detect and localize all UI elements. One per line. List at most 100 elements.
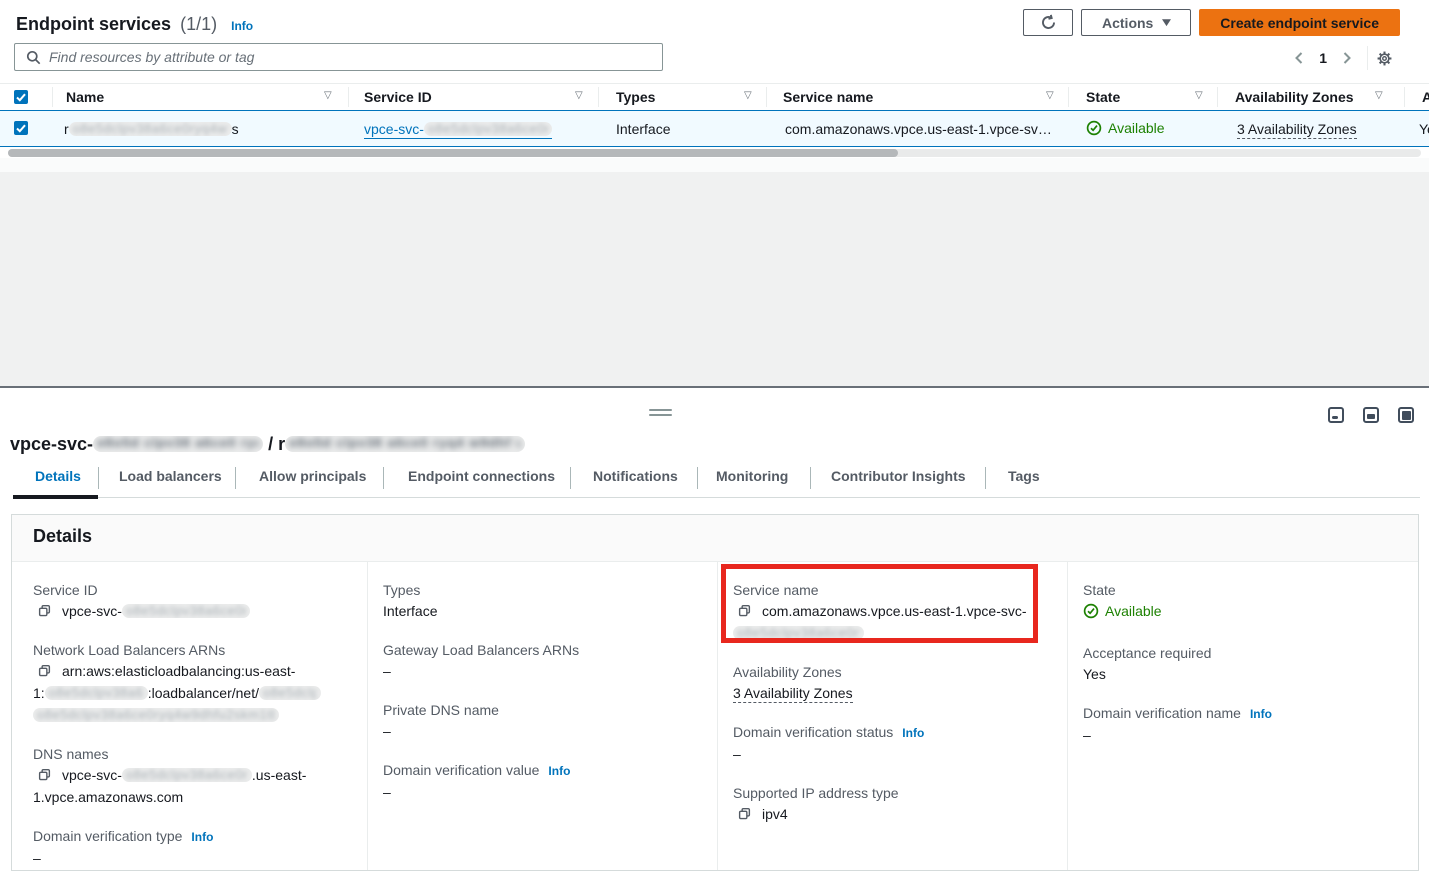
field-private-dns-name: Private DNS name – <box>383 700 703 742</box>
details-column-2: Types Interface Gateway Load Balancers A… <box>383 562 703 870</box>
actions-button-label: Actions <box>1102 15 1153 31</box>
copy-icon[interactable] <box>37 768 52 783</box>
field-supported-ip-address-type: Supported IP address type ipv4 <box>733 783 1053 825</box>
tab-contributor-insights[interactable]: Contributor Insights <box>831 468 966 484</box>
select-all-checkbox[interactable] <box>14 90 28 104</box>
field-gateway-load-balancers-arns: Gateway Load Balancers ARNs – <box>383 640 703 682</box>
table-row[interactable]: rs vpce-svc- Interface com.amazonaws.vpc… <box>0 110 1429 147</box>
tab-details[interactable]: Details <box>35 468 81 484</box>
field-service-id: Service ID vpce-svc- <box>33 580 353 622</box>
previous-page-button[interactable] <box>1289 49 1309 67</box>
redacted-title-name <box>285 436 525 452</box>
cell-state: Available <box>1086 120 1165 139</box>
redacted-account-id <box>45 686 148 700</box>
next-page-button[interactable] <box>1337 49 1357 67</box>
field-label: Network Load Balancers ARNs <box>33 640 353 660</box>
tab-load-balancers[interactable]: Load balancers <box>119 468 222 484</box>
sort-icon-types[interactable]: ▽ <box>744 90 752 101</box>
field-acceptance-required: Acceptance required Yes <box>1083 643 1403 685</box>
preferences-gear-button[interactable] <box>1377 51 1392 66</box>
field-value: – <box>383 781 703 803</box>
details-column-4: State Available Acceptance required <box>1083 562 1403 870</box>
field-domain-verification-type: Domain verification typeInfo – <box>33 826 353 869</box>
cell-types: Interface <box>616 121 670 137</box>
endpoint-services-page: Endpoint services (1/1) Info Actions ▼ C… <box>0 0 1429 886</box>
field-label: Domain verification typeInfo <box>33 826 353 847</box>
column-header-availability-zones[interactable]: Availability Zones <box>1235 89 1354 105</box>
column-header-acceptance[interactable]: A <box>1422 89 1429 105</box>
state-value-label: Available <box>1105 600 1162 622</box>
sort-icon-name[interactable]: ▽ <box>324 90 332 101</box>
sort-icon-service-id[interactable]: ▽ <box>575 90 583 101</box>
refresh-button[interactable] <box>1023 9 1073 36</box>
row-checkbox[interactable] <box>14 121 28 135</box>
sort-icon-state[interactable]: ▽ <box>1195 90 1203 101</box>
tab-notifications[interactable]: Notifications <box>593 468 678 484</box>
page-background-gap <box>0 172 1429 386</box>
field-value: Interface <box>383 600 703 622</box>
column-header-name[interactable]: Name <box>66 89 104 105</box>
column-divider[interactable] <box>1217 87 1218 107</box>
scrollbar-thumb[interactable] <box>8 149 898 157</box>
field-domain-verification-status: Domain verification statusInfo – <box>733 722 1053 765</box>
field-value: – <box>383 720 703 742</box>
panel-size-large-icon[interactable] <box>1398 407 1414 423</box>
sort-icon-service-name[interactable]: ▽ <box>1046 90 1054 101</box>
panel-size-small-icon[interactable] <box>1328 407 1344 423</box>
chevron-down-icon: ▼ <box>1162 18 1171 28</box>
tab-allow-principals[interactable]: Allow principals <box>259 468 366 484</box>
column-divider[interactable] <box>598 87 599 107</box>
field-network-load-balancers-arns: Network Load Balancers ARNs arn:aws:elas… <box>33 640 353 726</box>
details-column-divider <box>367 562 368 870</box>
tab-monitoring[interactable]: Monitoring <box>716 468 788 484</box>
check-icon <box>16 93 26 102</box>
refresh-icon <box>1040 14 1057 31</box>
copy-icon[interactable] <box>37 604 52 619</box>
copy-icon[interactable] <box>37 664 52 679</box>
column-divider[interactable] <box>766 87 767 107</box>
field-availability-zones: Availability Zones 3 Availability Zones <box>733 662 1053 704</box>
cell-state-label: Available <box>1108 120 1165 136</box>
status-available-icon <box>1086 120 1102 136</box>
chevron-left-icon <box>1293 51 1305 65</box>
column-header-state[interactable]: State <box>1086 89 1120 105</box>
redacted-lb-name <box>259 686 321 700</box>
column-divider[interactable] <box>348 87 349 107</box>
field-value: 3 Availability Zones <box>733 682 1053 704</box>
drag-handle-bar <box>649 409 672 411</box>
split-panel-drag-handle[interactable] <box>649 409 672 417</box>
tab-tags[interactable]: Tags <box>1008 468 1040 484</box>
availability-zones-trigger[interactable]: 3 Availability Zones <box>1237 121 1357 139</box>
column-divider[interactable] <box>1404 87 1405 107</box>
tab-divider <box>235 467 236 489</box>
sort-icon-availability-zones[interactable]: ▽ <box>1375 90 1383 101</box>
details-card-header: Details <box>12 515 1418 562</box>
search-input[interactable] <box>49 49 662 65</box>
info-link[interactable]: Info <box>1250 707 1272 721</box>
info-link[interactable]: Info <box>191 830 213 844</box>
column-header-service-id[interactable]: Service ID <box>364 89 432 105</box>
info-link[interactable]: Info <box>902 726 924 740</box>
field-value: – <box>1083 724 1403 746</box>
create-endpoint-service-button[interactable]: Create endpoint service <box>1199 9 1400 36</box>
drag-handle-bar <box>649 414 672 416</box>
table-card-footer <box>0 158 1429 172</box>
column-divider[interactable] <box>1068 87 1069 107</box>
field-value: – <box>733 743 1053 765</box>
tab-endpoint-connections[interactable]: Endpoint connections <box>408 468 555 484</box>
copy-icon[interactable] <box>737 604 752 619</box>
column-header-types[interactable]: Types <box>616 89 655 105</box>
panel-size-medium-icon[interactable] <box>1363 407 1379 423</box>
actions-button[interactable]: Actions ▼ <box>1081 9 1191 36</box>
table-header: Name ▽ Service ID ▽ Types ▽ Service name… <box>0 83 1429 110</box>
field-value: – <box>33 847 353 869</box>
copy-icon[interactable] <box>737 807 752 822</box>
info-link[interactable]: Info <box>548 764 570 778</box>
chevron-right-icon <box>1341 51 1353 65</box>
service-id-link[interactable]: vpce-svc- <box>364 121 552 137</box>
column-header-service-name[interactable]: Service name <box>783 89 873 105</box>
details-column-divider <box>717 562 718 870</box>
gear-icon <box>1377 51 1392 66</box>
availability-zones-trigger[interactable]: 3 Availability Zones <box>733 685 853 703</box>
info-link[interactable]: Info <box>231 19 253 33</box>
